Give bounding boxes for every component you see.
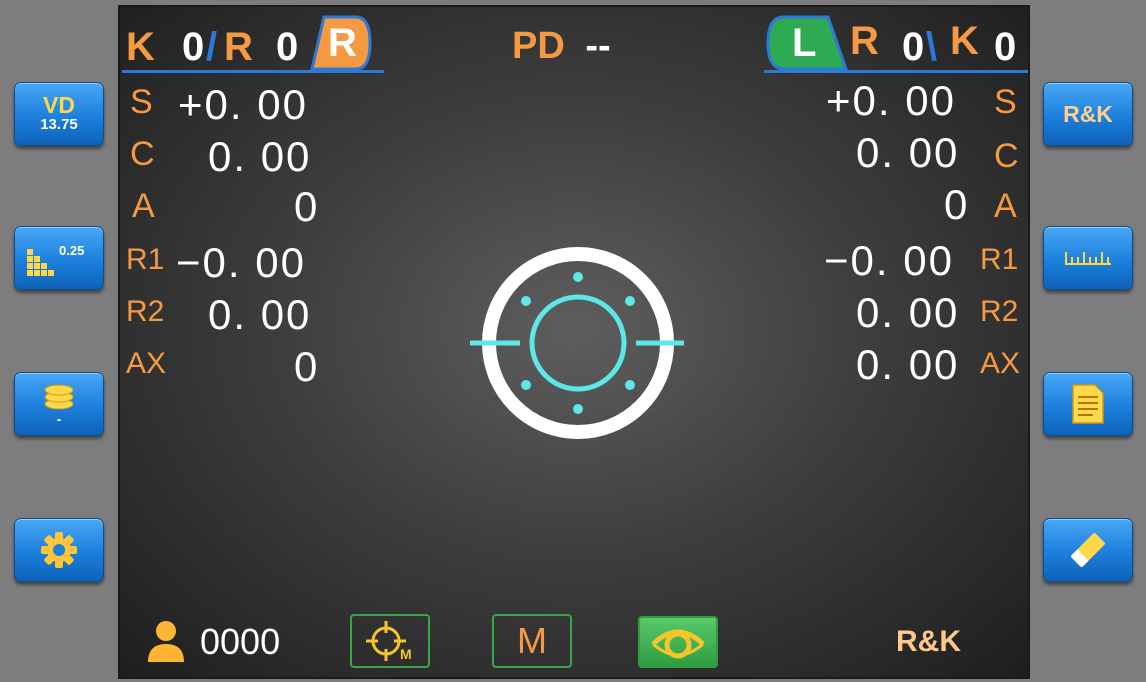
right-eye-tab[interactable]: R	[310, 15, 372, 71]
le-a-label: A	[994, 187, 1017, 225]
crosshair-m-icon: M	[366, 621, 412, 662]
step-chart-icon	[27, 249, 54, 276]
eye-tracking-button[interactable]	[638, 616, 718, 668]
pd-value: --	[585, 25, 611, 67]
vd-value: 13.75	[40, 116, 78, 133]
svg-text:M: M	[400, 646, 412, 662]
le-a-value: 0	[944, 181, 970, 228]
right-r-value: 0	[902, 25, 925, 69]
le-s-value: +0. 00	[826, 77, 956, 124]
user-icon	[148, 621, 184, 662]
re-ax-label: AX	[126, 347, 167, 380]
manual-mode-label: M	[517, 620, 547, 661]
re-a-value: 0	[294, 183, 320, 230]
document-icon	[1072, 384, 1104, 424]
database-icon	[44, 384, 74, 410]
auto-mode-button[interactable]: M	[350, 614, 430, 668]
le-r1-label: R1	[980, 243, 1019, 276]
report-button[interactable]	[1043, 372, 1133, 436]
le-ax-value: 0. 00	[856, 341, 960, 388]
right-header-underline	[764, 70, 1028, 73]
ruler-icon	[1065, 252, 1111, 265]
clear-button[interactable]	[1043, 518, 1133, 582]
step-value: 0.25	[59, 243, 85, 258]
le-r2-label: R2	[980, 295, 1019, 328]
gear-icon	[41, 532, 77, 568]
left-k-value: 0	[182, 25, 205, 69]
vd-label: VD	[43, 92, 75, 118]
manual-mode-button[interactable]: M	[492, 614, 572, 668]
left-header-underline	[122, 70, 384, 73]
right-k-value: 0	[994, 25, 1017, 69]
left-slash: /	[206, 25, 218, 69]
le-c-value: 0. 00	[856, 129, 960, 176]
mode-label: R&K	[896, 625, 961, 658]
eye-tracking-icon	[651, 629, 705, 659]
eraser-icon	[1071, 533, 1105, 567]
re-r1-value: −0. 00	[176, 239, 306, 286]
database-button[interactable]: -	[14, 372, 104, 436]
left-k-label: K	[126, 25, 155, 69]
re-s-label: S	[130, 83, 153, 121]
re-r2-value: 0. 00	[208, 291, 312, 338]
measure-button[interactable]	[1043, 226, 1133, 290]
left-eye-tab-label: L	[792, 21, 817, 65]
alignment-target	[470, 247, 684, 439]
le-s-label: S	[994, 83, 1017, 121]
rk-button-label: R&K	[1063, 100, 1113, 127]
re-c-label: C	[130, 135, 155, 173]
settings-button[interactable]	[14, 518, 104, 582]
re-ax-value: 0	[294, 343, 320, 390]
le-c-label: C	[994, 137, 1019, 175]
re-s-value: +0. 00	[178, 81, 308, 128]
rk-button[interactable]: R&K	[1043, 82, 1133, 146]
left-r-value: 0	[276, 25, 299, 69]
re-a-label: A	[132, 187, 155, 225]
patient-info[interactable]: 0000	[146, 617, 280, 667]
left-eye-tab[interactable]: L	[766, 15, 848, 71]
re-r2-label: R2	[126, 295, 165, 328]
right-slash: \	[926, 25, 938, 69]
pd-display: PD --	[512, 25, 611, 68]
measurement-screen: K 0 / R 0 R PD -- L R 0 \ K 0 S +0. 00 C…	[118, 5, 1030, 679]
patient-id: 0000	[200, 621, 281, 662]
vd-button[interactable]: VD 13.75	[14, 82, 104, 146]
database-value: -	[56, 411, 62, 427]
le-ax-label: AX	[980, 347, 1021, 380]
le-r2-value: 0. 00	[856, 289, 960, 336]
re-r1-label: R1	[126, 243, 165, 276]
right-r-label: R	[850, 19, 879, 63]
le-r1-value: −0. 00	[824, 237, 954, 284]
pd-label: PD	[512, 25, 565, 67]
right-k-label: K	[950, 19, 979, 63]
re-c-value: 0. 00	[208, 133, 312, 180]
step-button[interactable]: 0.25	[14, 226, 104, 290]
right-eye-tab-label: R	[328, 21, 357, 65]
left-r-label: R	[224, 25, 253, 69]
